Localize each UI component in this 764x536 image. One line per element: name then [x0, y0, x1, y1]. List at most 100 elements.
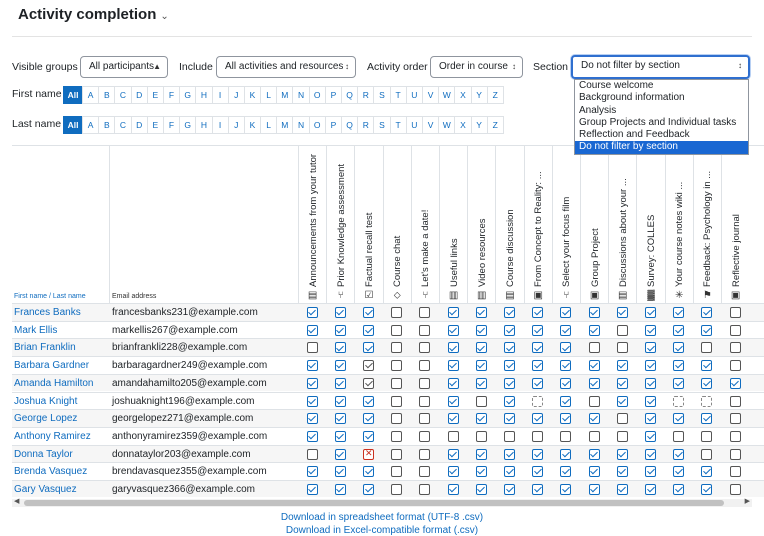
initial-letter-button[interactable]: U [405, 116, 423, 134]
completion-checkbox[interactable] [673, 466, 685, 478]
completion-checkbox[interactable] [419, 395, 431, 407]
activity-column-header[interactable]: Group Project ▣ [580, 145, 608, 303]
initial-letter-button[interactable]: R [357, 116, 375, 134]
completion-checkbox[interactable] [532, 360, 544, 372]
initial-letter-button[interactable]: V [421, 86, 440, 104]
activity-name[interactable]: Group Project [590, 147, 601, 287]
completion-checkbox[interactable] [729, 342, 741, 354]
completion-checkbox[interactable] [729, 466, 741, 478]
completion-checkbox[interactable] [560, 342, 572, 354]
completion-checkbox[interactable] [588, 430, 600, 442]
completion-checkbox[interactable] [391, 307, 403, 318]
completion-checkbox[interactable] [701, 342, 713, 354]
user-name-link[interactable]: Anthony Ramirez [14, 431, 91, 442]
activity-column-header[interactable]: Select your focus film ⑂ [551, 145, 580, 303]
section-option[interactable]: Course welcome [575, 80, 748, 92]
completion-checkbox[interactable] [701, 430, 713, 442]
completion-checkbox[interactable] [729, 360, 741, 372]
download-csv-link[interactable]: Download in spreadsheet format (UTF-8 .c… [0, 512, 764, 523]
completion-checkbox[interactable] [532, 413, 544, 425]
completion-checkbox[interactable] [645, 413, 656, 425]
completion-checkbox[interactable] [447, 360, 459, 372]
completion-checkbox[interactable] [475, 430, 487, 442]
completion-checkbox[interactable] [419, 413, 431, 425]
completion-checkbox[interactable] [673, 448, 685, 460]
completion-checkbox[interactable] [504, 413, 515, 425]
completion-checkbox[interactable] [588, 377, 600, 389]
initial-letter-button[interactable]: X [454, 116, 472, 134]
activity-column-header[interactable]: Your course notes wiki ... ✳ [664, 145, 693, 303]
completion-checkbox[interactable] [532, 342, 544, 354]
completion-checkbox[interactable] [391, 395, 403, 407]
completion-checkbox[interactable] [447, 430, 459, 442]
completion-checkbox[interactable] [673, 324, 685, 336]
completion-checkbox[interactable] [447, 324, 459, 336]
completion-checkbox[interactable] [616, 430, 628, 442]
completion-checkbox[interactable] [504, 466, 515, 478]
completion-checkbox[interactable] [645, 360, 656, 372]
completion-checkbox[interactable] [532, 484, 544, 495]
completion-checkbox[interactable] [391, 430, 403, 442]
completion-checkbox[interactable] [729, 377, 741, 389]
completion-checkbox[interactable] [363, 395, 374, 407]
completion-checkbox[interactable] [419, 324, 431, 336]
completion-checkbox[interactable] [701, 360, 713, 372]
completion-checkbox[interactable] [588, 395, 600, 407]
initial-letter-button[interactable]: T [389, 116, 407, 134]
completion-checkbox[interactable] [701, 413, 713, 425]
completion-checkbox[interactable] [391, 360, 403, 372]
initial-letter-button[interactable]: Y [470, 116, 488, 134]
scrollbar-thumb[interactable] [24, 500, 724, 506]
initial-letter-button[interactable]: B [98, 86, 116, 104]
initial-letter-button[interactable]: I [211, 116, 229, 134]
completion-checkbox[interactable] [475, 324, 487, 336]
completion-checkbox[interactable] [560, 395, 572, 407]
completion-checkbox[interactable] [616, 307, 628, 318]
completion-checkbox[interactable] [504, 448, 515, 460]
initial-letter-button[interactable]: M [276, 86, 294, 104]
completion-checkbox[interactable] [645, 430, 656, 442]
initial-letter-button[interactable]: J [227, 116, 245, 134]
activity-column-header[interactable]: Survey: COLLES ▓ [636, 145, 664, 303]
completion-checkbox[interactable] [306, 395, 318, 407]
completion-checkbox[interactable] [334, 307, 346, 318]
initial-letter-button[interactable]: W [438, 116, 456, 134]
completion-checkbox[interactable] [504, 430, 515, 442]
initial-letter-button[interactable]: P [324, 86, 342, 104]
completion-checkbox[interactable] [363, 484, 374, 495]
completion-checkbox[interactable] [532, 377, 544, 389]
completion-checkbox[interactable] [306, 342, 318, 354]
initial-letter-button[interactable]: Z [486, 86, 504, 104]
activity-column-header[interactable]: Useful links ▥ [439, 145, 467, 303]
user-name-link[interactable]: Gary Vasquez [14, 484, 77, 495]
initial-letter-button[interactable]: R [357, 86, 375, 104]
initial-letter-button[interactable]: F [162, 86, 181, 104]
activity-name[interactable]: Feedback: Psychology in ... [702, 147, 713, 287]
user-name-link[interactable]: George Lopez [14, 413, 77, 424]
activity-column-header[interactable]: Reflective journal ▣ [721, 145, 749, 303]
completion-checkbox[interactable] [560, 466, 572, 478]
completion-checkbox[interactable] [701, 484, 713, 495]
visible-groups-select[interactable]: All participants ▲ [80, 56, 168, 78]
initial-all-button[interactable]: All [63, 86, 83, 104]
completion-checkbox[interactable] [363, 466, 374, 478]
completion-checkbox[interactable] [645, 324, 656, 336]
activity-name[interactable]: Announcements from your tutor [308, 147, 319, 287]
activity-name[interactable]: Course discussion [505, 147, 516, 287]
completion-checkbox[interactable] [616, 324, 628, 336]
completion-checkbox[interactable] [334, 360, 346, 372]
completion-checkbox[interactable] [419, 484, 431, 495]
initial-letter-button[interactable]: L [260, 116, 278, 134]
completion-checkbox[interactable] [701, 466, 713, 478]
completion-checkbox[interactable] [475, 307, 487, 318]
completion-checkbox[interactable] [673, 413, 685, 425]
initial-letter-button[interactable]: C [114, 86, 132, 104]
initial-letter-button[interactable]: K [243, 116, 262, 134]
completion-checkbox[interactable] [447, 395, 459, 407]
activity-name[interactable]: Reflective journal [731, 147, 742, 287]
initial-letter-button[interactable]: O [308, 116, 326, 134]
activity-column-header[interactable]: Announcements from your tutor ▤ [298, 145, 326, 303]
initial-letter-button[interactable]: I [211, 86, 229, 104]
completion-checkbox[interactable] [447, 448, 459, 460]
completion-checkbox[interactable] [419, 342, 431, 354]
